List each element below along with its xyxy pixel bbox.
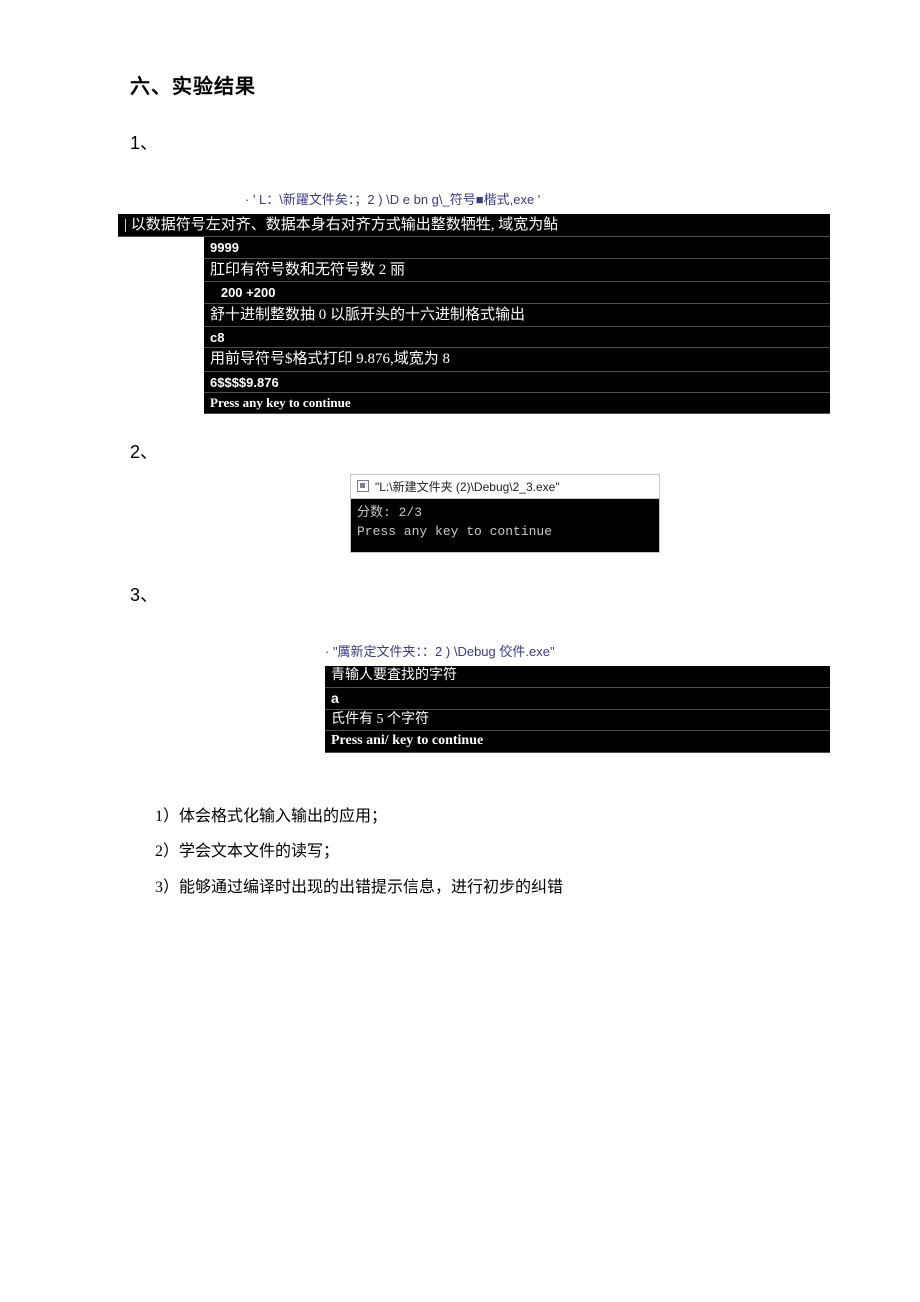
console-3-line: 氏件有 5 个字符 [325, 710, 830, 732]
window-icon [357, 480, 369, 492]
console-2-title-text: "L:\新建文件夹 (2)\Debug\2_3.exe" [375, 478, 560, 495]
console-1-line: Press any key to continue [204, 393, 830, 414]
console-1-line: | 以数据符号左对齐、数据本身右对齐方式输出整数牺牲, 域宽为鲇 [118, 214, 830, 237]
spacer [0, 553, 920, 581]
console-1-line: 200 +200 [204, 282, 830, 304]
summary-point-3: 3）能够通过编译时出现的出错提示信息，进行初步的纠错 [155, 870, 920, 905]
console-3-line: Press ani/ key to continue [325, 731, 830, 753]
summary-point-1: 1）体会格式化输入输出的应用； [155, 799, 920, 834]
section-heading: 六、实验结果 [130, 70, 920, 99]
console-1-line: 用前导符号$格式打印 9.876,域宽为 8 [204, 348, 830, 371]
section-1-label: 1、 [130, 129, 920, 155]
page: 六、实验结果 1、 · ' L：\新躍文件矣：；2 ) \D e bn g\_符… [0, 0, 920, 905]
console-3-line: 青输人要査找的字符 [325, 666, 830, 688]
console-1-line: 肛印有符号数和无符号数 2 丽 [204, 259, 830, 282]
console-1-line: 6$$$$9.876 [204, 372, 830, 394]
spacer [0, 617, 920, 641]
summary-points: 1）体会格式化输入输出的应用； 2）学会文本文件的读写； 3）能够通过编译时出现… [155, 799, 920, 905]
console-3-path: · "厲新定文件夹：：2 ) \Debug 佼件.exe" [325, 641, 920, 660]
console-2-body: 分数: 2/3 Press any key to continue [350, 499, 660, 553]
summary-point-2: 2）学会文本文件的读写； [155, 834, 920, 869]
console-output-3: 青输人要査找的字符 a 氏件有 5 个字符 Press ani/ key to … [325, 666, 830, 754]
section-3-label: 3、 [130, 581, 920, 607]
console-2-titlebar: "L:\新建文件夹 (2)\Debug\2_3.exe" [350, 474, 660, 499]
console-1-path: · ' L：\新躍文件矣：；2 ) \D e bn g\_符号■楷式,exe ' [245, 189, 920, 208]
console-1-line: 9999 [204, 237, 830, 259]
spacer [0, 165, 920, 189]
section-2-label: 2、 [130, 438, 920, 464]
console-3-line: a [325, 688, 830, 710]
spacer [0, 414, 920, 438]
console-1-line: c8 [204, 327, 830, 349]
console-window-2: "L:\新建文件夹 (2)\Debug\2_3.exe" 分数: 2/3 Pre… [350, 474, 660, 553]
console-1-line: 舒十进制整数抽 0 以脈开头的十六进制格式输出 [204, 304, 830, 327]
console-output-1: | 以数据符号左对齐、数据本身右对齐方式输出整数牺牲, 域宽为鲇 9999 肛印… [118, 214, 830, 414]
